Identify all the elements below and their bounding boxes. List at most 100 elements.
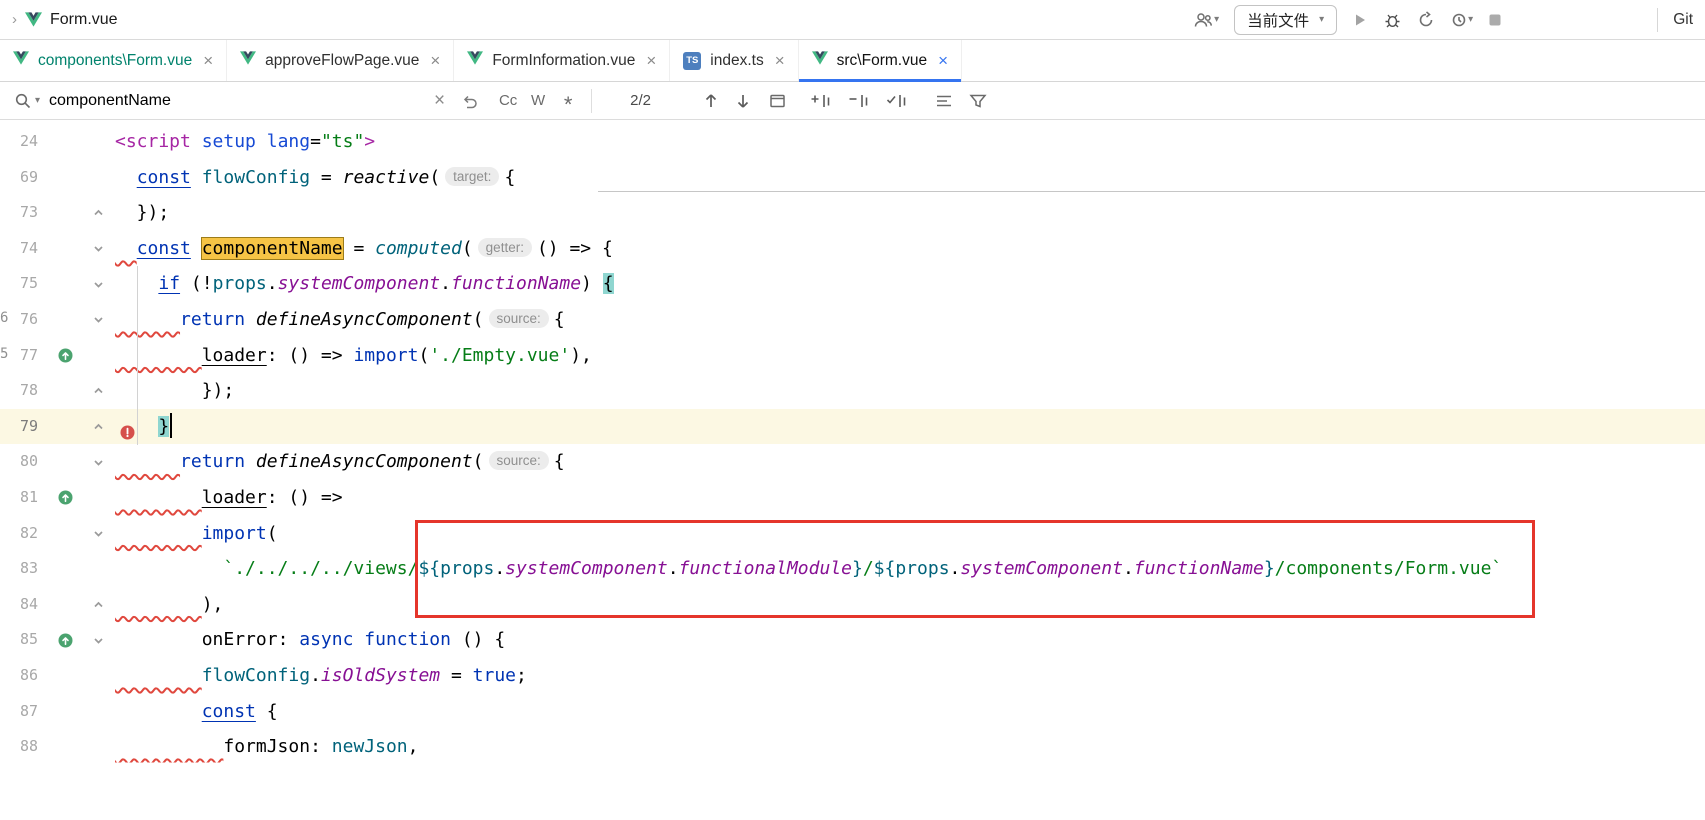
code-line-69[interactable]: 69 const flowConfig = reactive(target:{ [0, 160, 1705, 196]
code-text[interactable]: const { [112, 694, 1705, 730]
fold-start-icon[interactable] [84, 444, 112, 480]
fold-end-icon[interactable] [84, 409, 112, 445]
code-text[interactable]: onError: async function () { [112, 622, 1705, 658]
match-case-toggle[interactable]: Cc [493, 92, 523, 109]
code-text[interactable]: } [112, 409, 1705, 445]
code-text[interactable]: <script setup lang="ts"> [112, 124, 1705, 160]
run-button[interactable] [1352, 12, 1368, 28]
line-number[interactable]: 83 [0, 551, 46, 587]
code-line-78[interactable]: 78 }); [0, 373, 1705, 409]
unselect-occurrence-icon[interactable] [847, 92, 871, 110]
code-text[interactable]: `./../../../views/${props.systemComponen… [112, 551, 1705, 587]
code-text[interactable]: flowConfig.isOldSystem = true; [112, 658, 1705, 694]
run-configuration-selector[interactable]: 当前文件 ▾ [1234, 5, 1337, 35]
code-line-24[interactable]: 24 <script setup lang="ts"> [0, 124, 1705, 160]
line-number[interactable]: 78 [0, 373, 46, 409]
fold-start-icon[interactable] [84, 266, 112, 302]
search-icon[interactable]: ▾ [14, 92, 40, 110]
code-line-76[interactable]: 76 return defineAsyncComponent(source:{ [0, 302, 1705, 338]
code-line-82[interactable]: 82 import( [0, 516, 1705, 552]
add-occurrence-icon[interactable] [809, 92, 833, 110]
line-number[interactable]: 88 [0, 729, 46, 765]
rerun-icon[interactable]: ▾ [1450, 11, 1473, 29]
code-line-86[interactable]: 86 flowConfig.isOldSystem = true; [0, 658, 1705, 694]
open-in-find-window-icon[interactable] [769, 93, 787, 109]
fold-end-icon[interactable] [84, 195, 112, 231]
fold-start-icon[interactable] [84, 622, 112, 658]
line-number[interactable]: 69 [0, 160, 46, 196]
code-line-88[interactable]: 88 formJson: newJson, [0, 729, 1705, 765]
clear-search-icon[interactable] [434, 91, 445, 110]
green-up-arrow-gutter-icon[interactable] [46, 622, 84, 658]
close-icon[interactable] [646, 52, 656, 69]
code-line-81[interactable]: 81 loader: () => [0, 480, 1705, 516]
code-text[interactable]: if (!props.systemComponent.functionName)… [112, 266, 1705, 302]
code-line-77[interactable]: 77 loader: () => import('./Empty.vue'), [0, 338, 1705, 374]
debug-icon[interactable] [1383, 11, 1402, 29]
code-text[interactable]: const flowConfig = reactive(target:{ [112, 160, 1705, 196]
code-line-83[interactable]: 83 `./../../../views/${props.systemCompo… [0, 551, 1705, 587]
fold-end-icon[interactable] [84, 373, 112, 409]
filter-icon[interactable] [969, 93, 987, 109]
profiler-icon[interactable] [1417, 11, 1435, 29]
code-text[interactable]: loader: () => [112, 480, 1705, 516]
code-text[interactable]: ), [112, 587, 1705, 623]
search-input[interactable]: componentName [49, 92, 434, 110]
code-text[interactable]: }); [112, 195, 1705, 231]
line-number[interactable]: 80 [0, 444, 46, 480]
code-text[interactable]: loader: () => import('./Empty.vue'), [112, 338, 1705, 374]
code-text[interactable]: }); [112, 373, 1705, 409]
fold-start-icon[interactable] [84, 231, 112, 267]
code-line-79[interactable]: 79 } [0, 409, 1705, 445]
code-text[interactable]: const componentName = computed(getter:()… [112, 231, 1705, 267]
git-toolbar-button[interactable]: Git [1673, 11, 1693, 29]
code-text[interactable]: import( [112, 516, 1705, 552]
tab-components-form-vue[interactable]: components\Form.vue [0, 40, 227, 81]
next-occurrence-button[interactable] [735, 92, 751, 110]
regex-toggle[interactable]: * [553, 92, 583, 109]
code-line-73[interactable]: 73 }); [0, 195, 1705, 231]
green-up-arrow-gutter-icon[interactable] [46, 480, 84, 516]
fold-start-icon[interactable] [84, 516, 112, 552]
line-number[interactable]: 75 [0, 266, 46, 302]
code-text[interactable]: formJson: newJson, [112, 729, 1705, 765]
line-number[interactable]: 82 [0, 516, 46, 552]
fold-end-icon[interactable] [84, 587, 112, 623]
code-line-80[interactable]: 80 return defineAsyncComponent(source:{ [0, 444, 1705, 480]
code-line-87[interactable]: 87 const { [0, 694, 1705, 730]
line-number[interactable]: 74 [0, 231, 46, 267]
code-text[interactable]: return defineAsyncComponent(source:{ [112, 302, 1705, 338]
tab-approveflowpage-vue[interactable]: approveFlowPage.vue [227, 40, 454, 81]
user-icon[interactable]: ▾ [1192, 11, 1219, 29]
code-line-84[interactable]: 84 ), [0, 587, 1705, 623]
line-number[interactable]: 84 [0, 587, 46, 623]
line-number[interactable]: 73 [0, 195, 46, 231]
code-line-75[interactable]: 75 if (!props.systemComponent.functionNa… [0, 266, 1705, 302]
line-number[interactable]: 24 [0, 124, 46, 160]
close-icon[interactable] [775, 52, 785, 69]
code-token [191, 167, 202, 188]
select-all-occurrences-icon[interactable] [885, 92, 909, 110]
code-line-74[interactable]: 74 const componentName = computed(getter… [0, 231, 1705, 267]
tab-forminformation-vue[interactable]: FormInformation.vue [454, 40, 670, 81]
tab-src-form-vue[interactable]: src\Form.vue [799, 40, 962, 81]
line-number[interactable]: 86 [0, 658, 46, 694]
code-text[interactable]: return defineAsyncComponent(source:{ [112, 444, 1705, 480]
line-number[interactable]: 87 [0, 694, 46, 730]
previous-occurrence-button[interactable] [703, 92, 719, 110]
tab-index-ts[interactable]: TS index.ts [670, 40, 798, 81]
line-number[interactable]: 79 [0, 409, 46, 445]
code-line-85[interactable]: 85 onError: async function () { [0, 622, 1705, 658]
undo-arrow-icon[interactable] [461, 92, 479, 110]
close-icon[interactable] [430, 52, 440, 69]
green-up-arrow-gutter-icon[interactable] [46, 338, 84, 374]
line-number[interactable]: 85 [0, 622, 46, 658]
close-icon[interactable] [938, 52, 948, 69]
whole-words-toggle[interactable]: W [523, 92, 553, 109]
search-options-icon[interactable] [935, 93, 953, 109]
fold-start-icon[interactable] [84, 302, 112, 338]
line-number[interactable]: 81 [0, 480, 46, 516]
stop-icon[interactable] [1488, 13, 1502, 27]
close-icon[interactable] [203, 52, 213, 69]
code-token: . [440, 273, 451, 294]
